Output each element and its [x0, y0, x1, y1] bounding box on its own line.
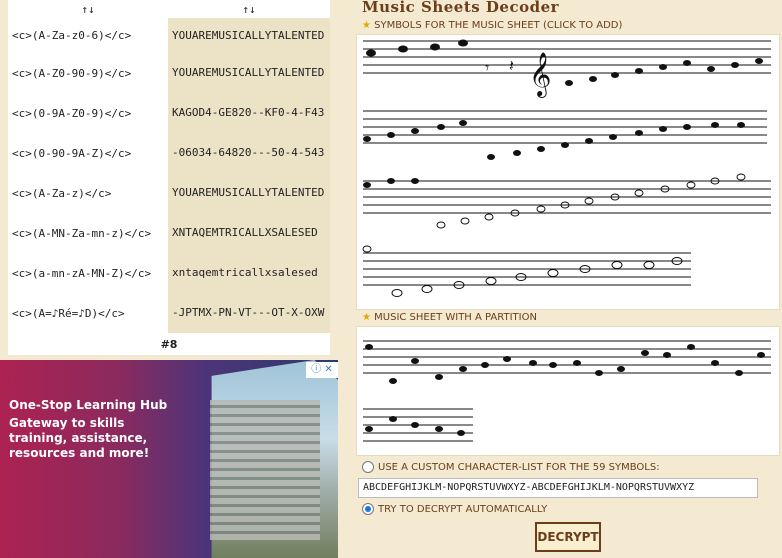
row-value: XNTAQEMTRICALLXSALESED [168, 213, 330, 253]
table-footer: #8 [8, 333, 330, 355]
custom-charlist-label: USE A CUSTOM CHARACTER-LIST FOR THE 59 S… [378, 461, 660, 473]
row-value: YOUAREMUSICALLYTALENTED [168, 53, 330, 93]
row-key: <c>(a-mn-zA-MN-Z)</c> [8, 253, 168, 293]
table-row: <c>(A-Za-z)</c> YOUAREMUSICALLYTALENTED [8, 173, 330, 213]
sheet-label-text: MUSIC SHEET WITH A PARTITION [374, 312, 537, 323]
row-key: <c>(0-9A-Z0-9)</c> [8, 93, 168, 133]
decoder-panel: Music Sheets Decoder ★ SYMBOLS FOR THE M… [352, 0, 782, 558]
symbols-grid: 𝄾 𝄽 𝄞 [362, 39, 771, 297]
auto-decrypt-option[interactable]: TRY TO DECRYPT AUTOMATICALLY [362, 503, 547, 515]
row-key: <c>(0-90-9A-Z)</c> [8, 133, 168, 173]
row-key: <c>(A-Za-z)</c> [8, 173, 168, 213]
svg-text:𝄞: 𝄞 [529, 52, 551, 98]
results-panel: ↑↓ ↑↓ <c>(A-Za-z0-6)</c> YOUAREMUSICALLY… [0, 0, 338, 558]
symbols-section-label: ★ SYMBOLS FOR THE MUSIC SHEET (CLICK TO … [362, 20, 622, 31]
table-row: <c>(0-9A-Z0-9)</c> KAGOD4-GE820--KF0-4-F… [8, 93, 330, 133]
table-row: <c>(A-Z0-90-9)</c> YOUAREMUSICALLYTALENT… [8, 53, 330, 93]
row-value: YOUAREMUSICALLYTALENTED [168, 173, 330, 213]
sort-key-icon[interactable]: ↑↓ [8, 0, 168, 18]
ad-close-icon[interactable]: ⓘ ✕ [306, 362, 338, 378]
ad-title: One-Stop Learning Hub [9, 398, 168, 412]
footer-label: #8 [8, 333, 330, 355]
auto-decrypt-label: TRY TO DECRYPT AUTOMATICALLY [378, 503, 548, 515]
table-row: <c>(A-MN-Za-mn-z)</c> XNTAQEMTRICALLXSAL… [8, 213, 330, 253]
table-row: <c>(0-90-9A-Z)</c> -06034-64820---50-4-5… [8, 133, 330, 173]
sheet-section-label: ★ MUSIC SHEET WITH A PARTITION [362, 312, 537, 323]
decrypt-button[interactable]: DECRYPT [535, 522, 601, 552]
auto-decrypt-radio[interactable] [362, 503, 374, 515]
music-sheet[interactable] [356, 326, 780, 456]
results-table: ↑↓ ↑↓ <c>(A-Za-z0-6)</c> YOUAREMUSICALLY… [8, 0, 330, 355]
row-value: -06034-64820---50-4-543 [168, 133, 330, 173]
row-key: <c>(A=♪Ré=♪D)</c> [8, 293, 168, 333]
svg-text:𝄾: 𝄾 [485, 58, 489, 77]
row-value: KAGOD4-GE820--KF0-4-F43 [168, 93, 330, 133]
table-row: <c>(a-mn-zA-MN-Z)</c> xntaqemtricallxsal… [8, 253, 330, 293]
table-row: <c>(A=♪Ré=♪D)</c> -JPTMX-PN-VT---OT-X-OX… [8, 293, 330, 333]
star-icon: ★ [362, 20, 371, 31]
ad-building-windows [210, 400, 320, 540]
star-icon: ★ [362, 312, 371, 323]
row-key: <c>(A-Za-z0-6)</c> [8, 18, 168, 53]
ad-subtitle: Gateway to skills training, assistance, … [9, 416, 150, 460]
row-value: xntaqemtricallxsalesed [168, 253, 330, 293]
svg-text:𝄽: 𝄽 [509, 56, 514, 75]
row-value: -JPTMX-PN-VT---OT-X-OXW [168, 293, 330, 333]
page-title: Music Sheets Decoder [362, 0, 560, 16]
custom-charlist-option[interactable]: USE A CUSTOM CHARACTER-LIST FOR THE 59 S… [362, 461, 660, 473]
sort-value-icon[interactable]: ↑↓ [168, 0, 330, 18]
advertisement[interactable]: One-Stop Learning Hub Gateway to skills … [0, 360, 338, 558]
music-sheet-staff [363, 340, 771, 442]
gutter [338, 0, 352, 558]
table-row: <c>(A-Za-z0-6)</c> YOUAREMUSICALLYTALENT… [8, 18, 330, 53]
symbols-palette: 𝄾 𝄽 𝄞 [356, 34, 780, 310]
row-key: <c>(A-MN-Za-mn-z)</c> [8, 213, 168, 253]
row-key: <c>(A-Z0-90-9)</c> [8, 53, 168, 93]
symbols-label-text: SYMBOLS FOR THE MUSIC SHEET (CLICK TO AD… [374, 20, 623, 31]
charlist-input[interactable]: ABCDEFGHIJKLM-NOPQRSTUVWXYZ-ABCDEFGHIJKL… [358, 478, 758, 498]
row-value: YOUAREMUSICALLYTALENTED [168, 18, 330, 53]
custom-charlist-radio[interactable] [362, 461, 374, 473]
